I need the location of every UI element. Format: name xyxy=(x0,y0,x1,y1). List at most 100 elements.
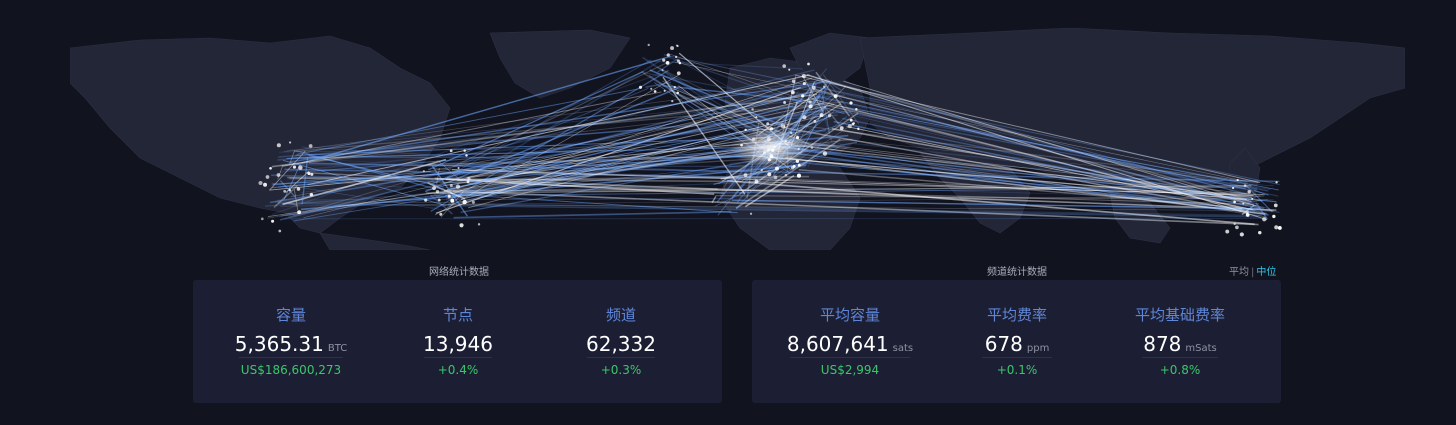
world-channel-map[interactable] xyxy=(70,28,1405,250)
node-dot[interactable] xyxy=(822,85,826,88)
node-dot[interactable] xyxy=(1233,200,1236,204)
node-dot[interactable] xyxy=(477,223,481,226)
node-dot[interactable] xyxy=(1233,222,1236,226)
node-dot[interactable] xyxy=(1258,230,1262,235)
node-dot[interactable] xyxy=(265,175,270,179)
node-dot[interactable] xyxy=(297,210,302,215)
node-dot[interactable] xyxy=(449,184,453,188)
median-option[interactable]: 中位 xyxy=(1256,267,1276,278)
node-dot[interactable] xyxy=(678,61,682,65)
node-dot[interactable] xyxy=(780,123,785,129)
node-dot[interactable] xyxy=(676,71,681,76)
node-dot[interactable] xyxy=(466,180,470,184)
node-dot[interactable] xyxy=(855,108,858,111)
node-dot[interactable] xyxy=(263,182,268,187)
node-dot[interactable] xyxy=(276,143,281,148)
node-dot[interactable] xyxy=(784,173,788,177)
node-dot[interactable] xyxy=(276,173,281,177)
node-dot[interactable] xyxy=(258,180,263,186)
node-dot[interactable] xyxy=(471,200,475,204)
node-dot[interactable] xyxy=(813,119,817,123)
node-dot[interactable] xyxy=(1247,189,1251,194)
node-dot[interactable] xyxy=(450,198,455,203)
node-dot[interactable] xyxy=(796,173,802,178)
node-dot[interactable] xyxy=(749,212,753,215)
node-dot[interactable] xyxy=(424,198,428,202)
node-dot[interactable] xyxy=(298,165,303,170)
node-dot[interactable] xyxy=(1246,211,1249,215)
node-dot[interactable] xyxy=(1277,226,1282,230)
node-dot[interactable] xyxy=(808,104,813,109)
node-dot[interactable] xyxy=(783,101,787,104)
node-dot[interactable] xyxy=(1235,225,1239,230)
node-dot[interactable] xyxy=(271,219,275,223)
node-dot[interactable] xyxy=(307,171,311,176)
node-dot[interactable] xyxy=(653,90,657,93)
node-dot[interactable] xyxy=(791,79,796,83)
node-dot[interactable] xyxy=(432,186,436,190)
node-dot[interactable] xyxy=(788,68,791,71)
node-dot[interactable] xyxy=(662,58,666,62)
node-dot[interactable] xyxy=(288,141,292,144)
node-dot[interactable] xyxy=(767,172,772,177)
node-dot[interactable] xyxy=(819,113,824,118)
node-dot[interactable] xyxy=(462,199,467,205)
node-dot[interactable] xyxy=(811,85,816,90)
node-dot[interactable] xyxy=(790,166,795,170)
node-dot[interactable] xyxy=(457,166,460,170)
node-dot[interactable] xyxy=(852,122,856,125)
node-dot[interactable] xyxy=(1273,203,1278,208)
node-dot[interactable] xyxy=(447,194,451,198)
node-dot[interactable] xyxy=(269,166,272,170)
node-dot[interactable] xyxy=(650,87,653,90)
node-dot[interactable] xyxy=(666,53,670,57)
node-dot[interactable] xyxy=(744,128,747,132)
node-dot[interactable] xyxy=(463,149,466,152)
node-dot[interactable] xyxy=(751,108,754,111)
node-dot[interactable] xyxy=(1231,186,1235,190)
node-dot[interactable] xyxy=(810,146,814,149)
node-dot[interactable] xyxy=(802,115,807,120)
node-dot[interactable] xyxy=(760,168,763,172)
node-dot[interactable] xyxy=(773,175,778,180)
node-dot[interactable] xyxy=(1225,229,1230,234)
node-dot[interactable] xyxy=(801,94,805,98)
node-dot[interactable] xyxy=(822,151,828,156)
node-dot[interactable] xyxy=(437,198,441,202)
node-dot[interactable] xyxy=(422,170,425,173)
average-option[interactable]: 平均 xyxy=(1229,267,1249,278)
node-dot[interactable] xyxy=(849,118,853,122)
node-dot[interactable] xyxy=(308,144,313,148)
node-dot[interactable] xyxy=(455,184,461,189)
node-dot[interactable] xyxy=(755,115,758,119)
node-dot[interactable] xyxy=(1242,202,1245,205)
node-dot[interactable] xyxy=(847,124,852,129)
node-dot[interactable] xyxy=(449,149,453,153)
node-dot[interactable] xyxy=(261,217,264,221)
node-dot[interactable] xyxy=(663,89,666,92)
node-dot[interactable] xyxy=(790,90,795,95)
node-dot[interactable] xyxy=(671,99,674,103)
node-dot[interactable] xyxy=(766,122,770,126)
node-dot[interactable] xyxy=(674,55,678,59)
node-dot[interactable] xyxy=(839,126,844,131)
node-dot[interactable] xyxy=(676,91,679,95)
node-dot[interactable] xyxy=(675,44,678,47)
node-dot[interactable] xyxy=(1236,179,1239,182)
node-dot[interactable] xyxy=(1243,184,1247,187)
node-dot[interactable] xyxy=(673,85,676,89)
node-dot[interactable] xyxy=(467,177,471,181)
node-dot[interactable] xyxy=(782,64,787,68)
node-dot[interactable] xyxy=(465,154,468,157)
node-dot[interactable] xyxy=(754,179,759,184)
node-dot[interactable] xyxy=(283,189,287,193)
node-dot[interactable] xyxy=(1275,181,1278,184)
node-dot[interactable] xyxy=(1274,225,1279,230)
node-dot[interactable] xyxy=(802,81,806,86)
node-dot[interactable] xyxy=(661,69,664,72)
node-dot[interactable] xyxy=(808,100,812,104)
node-dot[interactable] xyxy=(857,127,860,131)
node-dot[interactable] xyxy=(439,212,443,216)
node-dot[interactable] xyxy=(310,172,314,176)
node-dot[interactable] xyxy=(1251,197,1254,200)
